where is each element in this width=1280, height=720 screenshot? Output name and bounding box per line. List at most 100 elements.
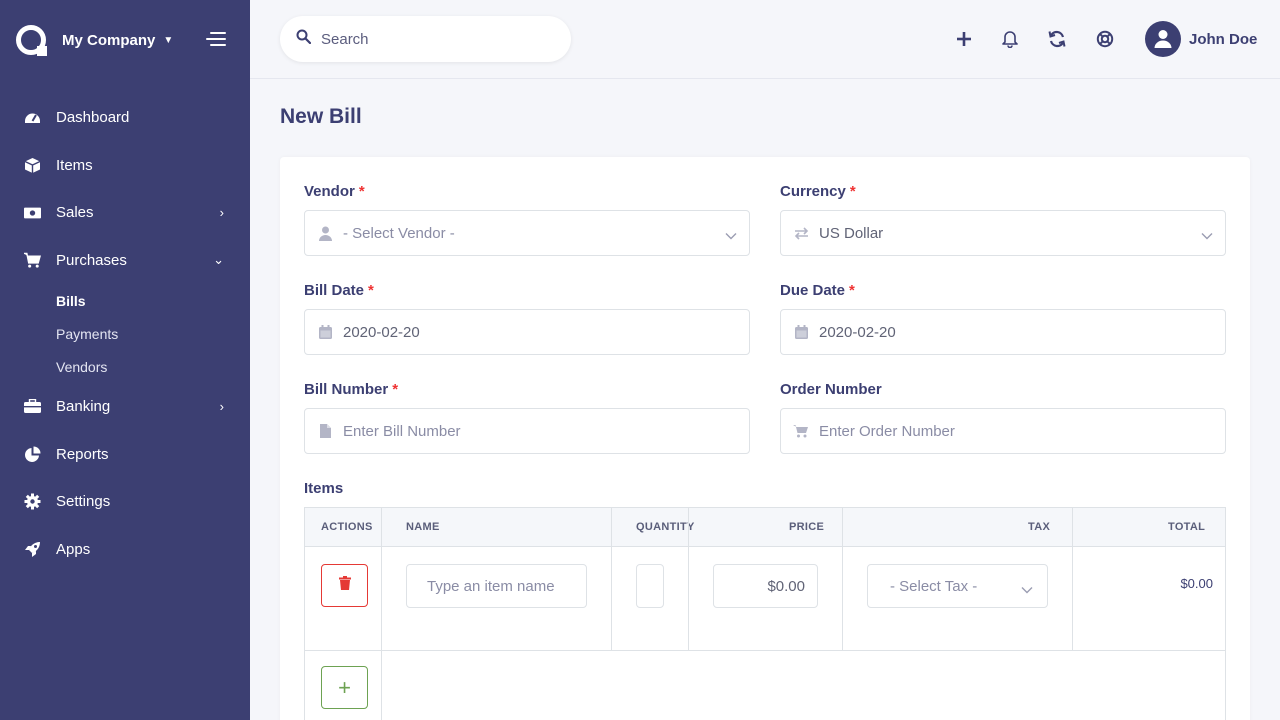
- order-number-label-text: Order Number: [780, 381, 882, 398]
- sidebar-item-sales[interactable]: Sales ›: [0, 189, 250, 237]
- required-mark: *: [368, 282, 374, 299]
- th-total: TOTAL: [1168, 521, 1206, 533]
- exchange-icon: [793, 225, 809, 241]
- cart-icon: [793, 423, 809, 439]
- item-name-input[interactable]: Type an item name: [406, 564, 587, 608]
- items-table: ACTIONS NAME QUANTITY PRICE TAX TOTAL Ty…: [304, 507, 1226, 720]
- sidebar-item-label: Items: [56, 156, 93, 174]
- sidebar-item-label: Sales: [56, 204, 94, 222]
- sidebar-subitem-bills[interactable]: Bills: [0, 284, 250, 317]
- calendar-icon: [793, 324, 809, 340]
- item-price-input[interactable]: $0.00: [713, 564, 818, 608]
- sidebar-item-reports[interactable]: Reports: [0, 431, 250, 479]
- sidebar: My Company ▼ Dashboard Items Sales › Pur…: [0, 0, 250, 720]
- bill-number-label: Bill Number *: [304, 381, 398, 398]
- sidebar-item-label: Dashboard: [56, 109, 130, 127]
- item-tax-select[interactable]: - Select Tax -: [867, 564, 1048, 608]
- items-label: Items: [304, 480, 344, 497]
- currency-select[interactable]: US Dollar: [780, 210, 1226, 256]
- column-divider: [688, 508, 689, 650]
- item-name-placeholder: Type an item name: [427, 577, 555, 595]
- sidebar-item-dashboard[interactable]: Dashboard: [0, 94, 250, 142]
- row-divider: [305, 650, 1225, 651]
- bill-number-label-text: Bill Number: [304, 381, 389, 398]
- sidebar-item-label: Purchases: [56, 251, 127, 269]
- search-box[interactable]: [280, 16, 571, 62]
- required-mark: *: [392, 381, 399, 398]
- user-menu[interactable]: John Doe: [1145, 21, 1257, 57]
- due-date-label: Due Date *: [780, 282, 855, 299]
- file-icon: [317, 423, 333, 439]
- sidebar-subitem-payments[interactable]: Payments: [0, 317, 250, 350]
- plus-icon[interactable]: [953, 28, 975, 50]
- bill-date-label-text: Bill Date: [304, 282, 365, 299]
- column-divider: [842, 508, 843, 650]
- lifebuoy-icon[interactable]: [1094, 28, 1116, 50]
- order-number-input[interactable]: Enter Order Number: [780, 408, 1226, 454]
- th-price: PRICE: [789, 521, 825, 533]
- th-actions: ACTIONS: [321, 521, 373, 533]
- sidebar-item-label: Apps: [56, 540, 91, 558]
- item-total-value: $0.00: [1180, 576, 1213, 591]
- sidebar-item-settings[interactable]: Settings: [0, 478, 250, 526]
- bill-number-placeholder: Enter Bill Number: [343, 422, 461, 440]
- th-tax: TAX: [1028, 521, 1051, 533]
- th-quantity: QUANTITY: [636, 521, 695, 533]
- plus-icon: +: [338, 674, 351, 700]
- bill-number-input[interactable]: Enter Bill Number: [304, 408, 750, 454]
- dashboard-icon: [24, 109, 41, 126]
- search-input[interactable]: [321, 30, 541, 48]
- refresh-icon[interactable]: [1046, 28, 1068, 50]
- item-tax-placeholder: - Select Tax -: [890, 577, 978, 595]
- item-quantity-input[interactable]: [636, 564, 664, 608]
- trash-icon: [338, 576, 351, 595]
- currency-label-text: Currency: [780, 183, 846, 200]
- user-icon: [1145, 21, 1181, 57]
- vendor-select-placeholder: - Select Vendor -: [343, 224, 455, 242]
- sidebar-item-items[interactable]: Items: [0, 142, 250, 190]
- due-date-label-text: Due Date: [780, 282, 846, 299]
- required-mark: *: [849, 183, 856, 200]
- chevron-down-icon: [1021, 581, 1033, 598]
- column-divider: [1072, 508, 1073, 650]
- column-divider: [381, 508, 382, 720]
- sidebar-subitem-vendors[interactable]: Vendors: [0, 350, 250, 383]
- user-icon: [317, 225, 333, 241]
- add-item-button[interactable]: +: [321, 666, 368, 709]
- caret-down-icon: ▼: [163, 34, 174, 46]
- box-icon: [24, 157, 41, 174]
- sidebar-item-purchases[interactable]: Purchases ⌄: [0, 237, 250, 285]
- column-divider: [611, 508, 612, 650]
- required-mark: *: [358, 183, 365, 200]
- order-number-placeholder: Enter Order Number: [819, 422, 955, 440]
- gear-icon: [24, 493, 41, 510]
- menu-toggle-icon[interactable]: [206, 31, 226, 47]
- chevron-right-icon: ›: [219, 205, 224, 221]
- th-name: NAME: [406, 521, 440, 533]
- bell-icon[interactable]: [999, 28, 1021, 50]
- due-date-input[interactable]: 2020-02-20: [780, 309, 1226, 355]
- vendor-select[interactable]: - Select Vendor -: [304, 210, 750, 256]
- sidebar-item-label: Reports: [56, 445, 109, 463]
- page-title: New Bill: [280, 105, 362, 128]
- currency-value: US Dollar: [819, 224, 884, 242]
- required-mark: *: [849, 282, 855, 299]
- delete-item-button[interactable]: [321, 564, 368, 607]
- sidebar-item-banking[interactable]: Banking ›: [0, 383, 250, 431]
- sidebar-item-label: Banking: [56, 398, 111, 416]
- vendor-label: Vendor *: [304, 183, 365, 200]
- item-price-value: $0.00: [767, 577, 805, 595]
- pie-chart-icon: [24, 446, 41, 463]
- chevron-down-icon: [725, 227, 737, 244]
- company-logo-icon: [16, 25, 47, 56]
- bill-date-input[interactable]: 2020-02-20: [304, 309, 750, 355]
- sidebar-item-apps[interactable]: Apps: [0, 526, 250, 574]
- due-date-value: 2020-02-20: [819, 323, 896, 341]
- bill-date-label: Bill Date *: [304, 282, 374, 299]
- user-name: John Doe: [1189, 30, 1258, 48]
- sidebar-nav: Dashboard Items Sales › Purchases ⌄ Bill…: [0, 94, 250, 573]
- rocket-icon: [24, 541, 41, 558]
- bill-form-card: Vendor * - Select Vendor - Currency * US D…: [280, 157, 1250, 720]
- topbar: John Doe: [250, 0, 1280, 79]
- calendar-icon: [317, 324, 333, 340]
